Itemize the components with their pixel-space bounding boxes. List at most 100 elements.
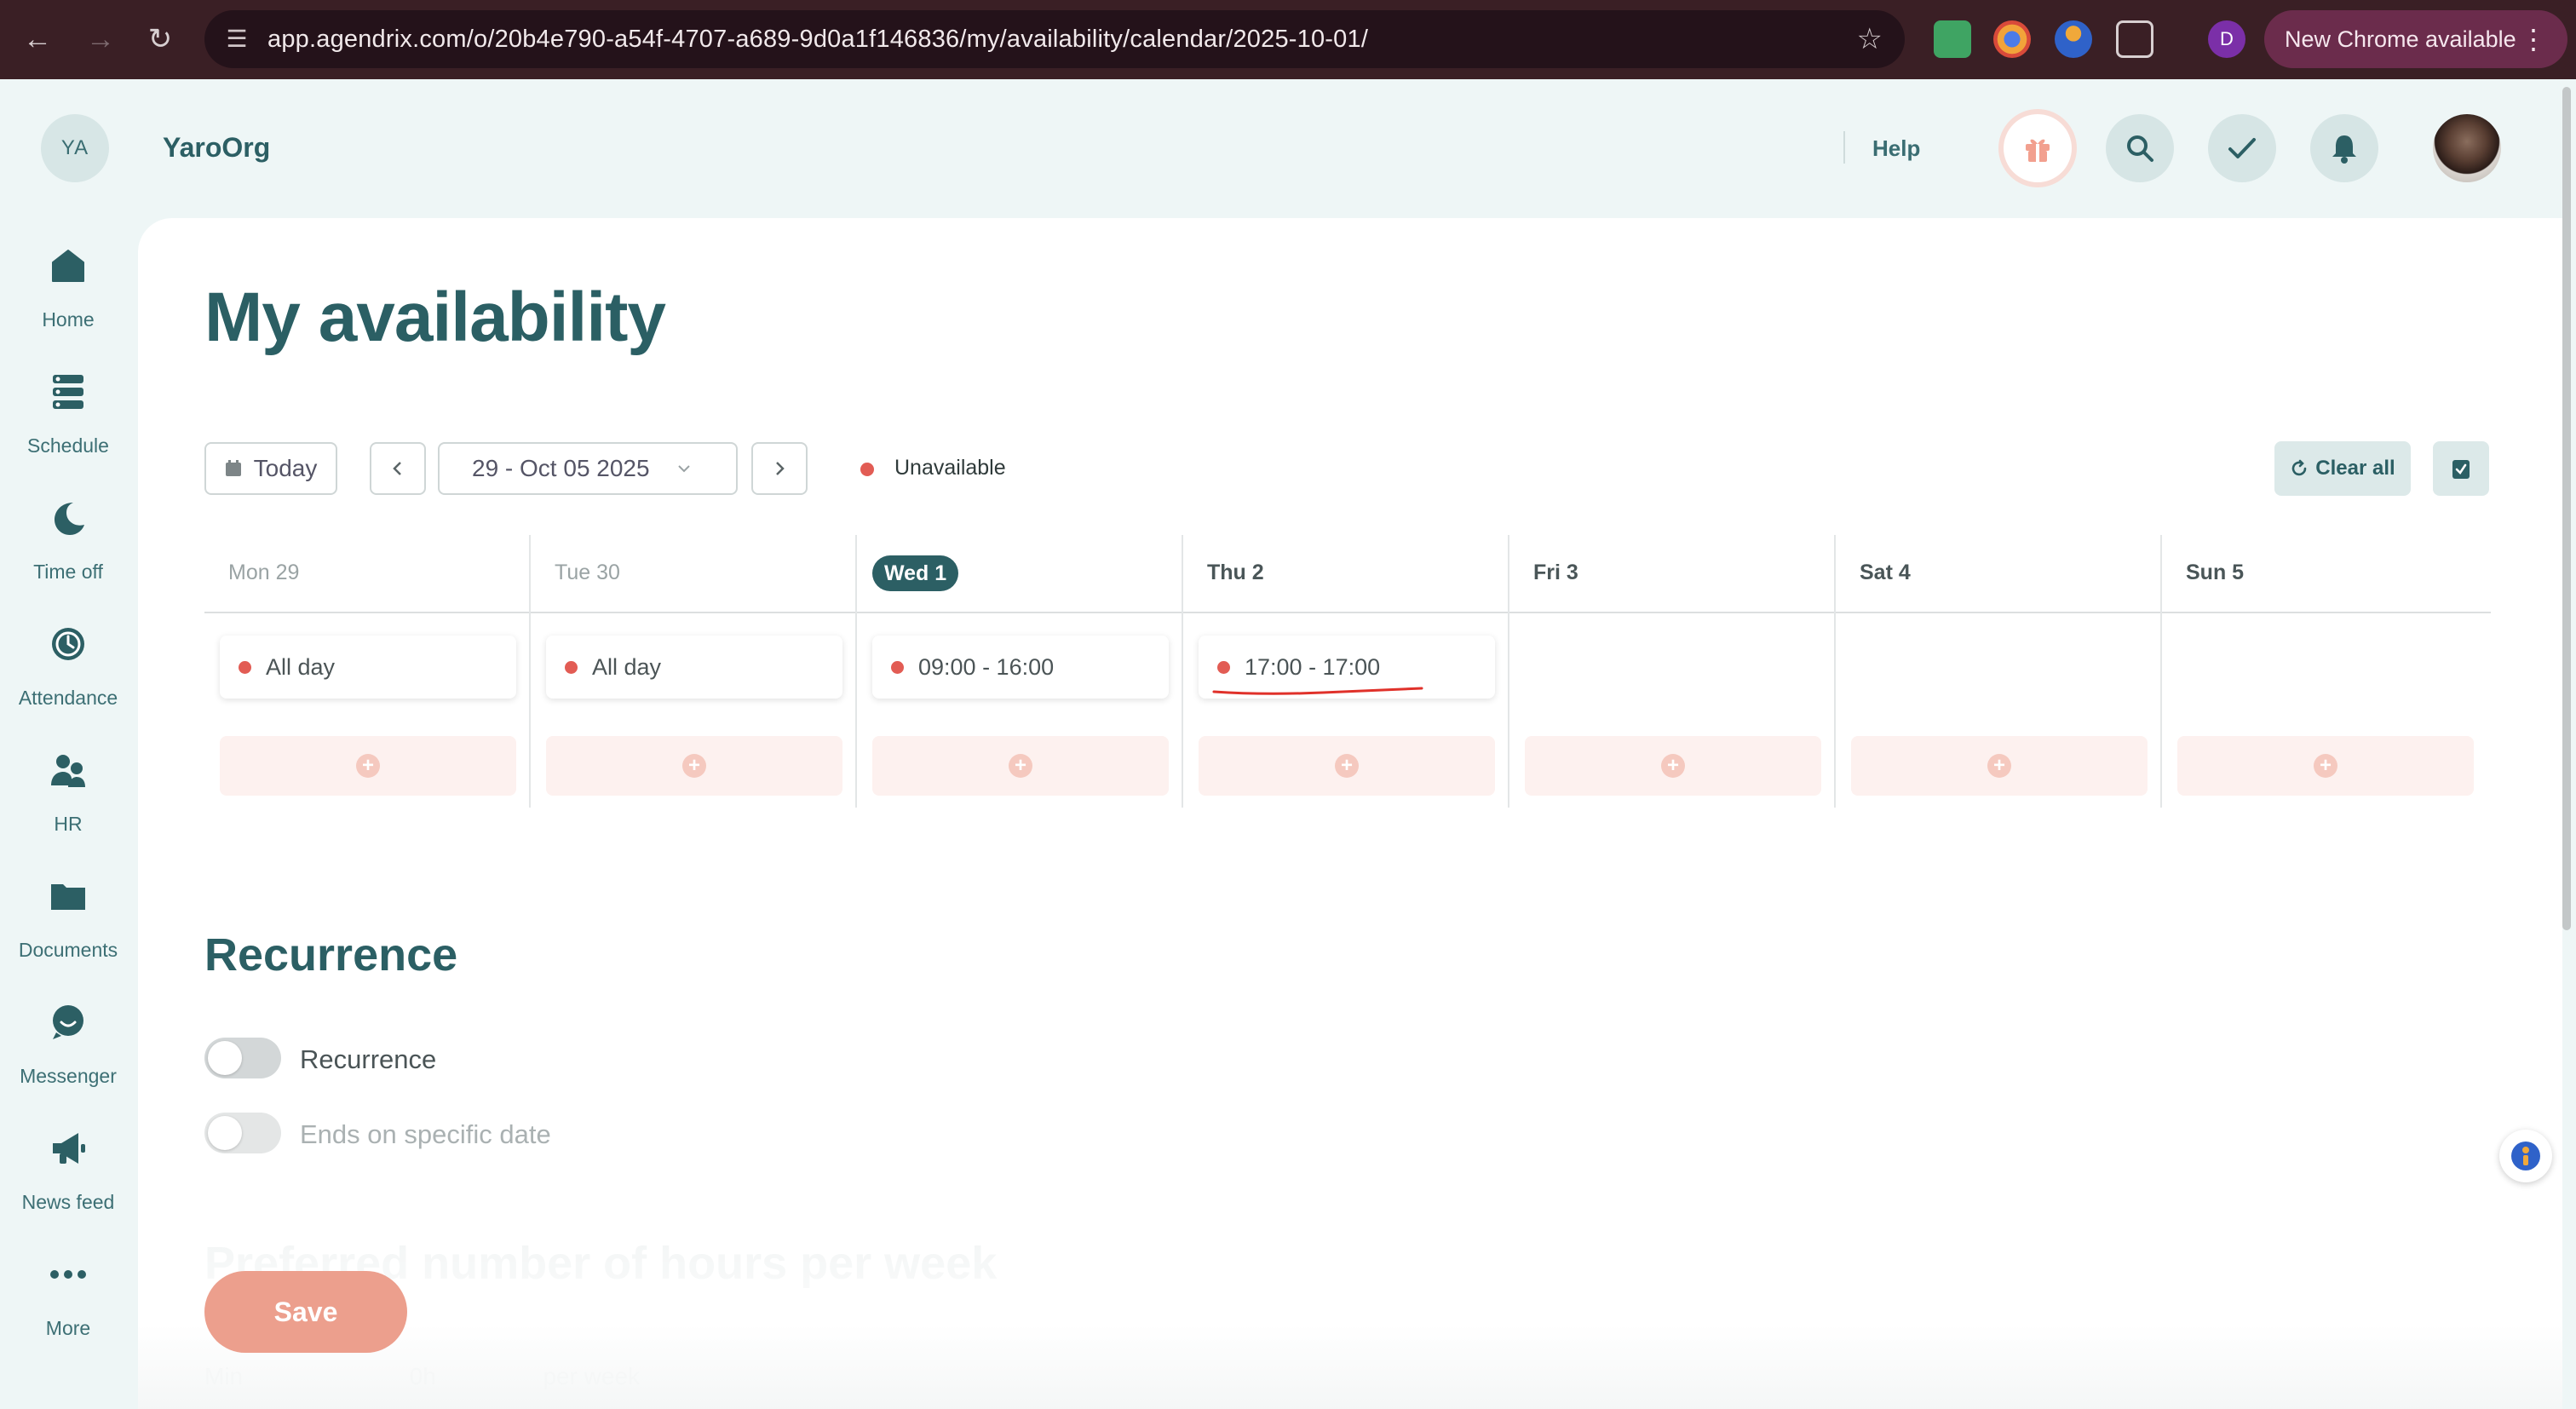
sidebar-item-more[interactable]: More	[0, 1245, 136, 1348]
availability-slot[interactable]: All day	[220, 635, 516, 699]
prev-week-button[interactable]	[370, 442, 426, 495]
day-column: Sun 5 +	[2162, 535, 2491, 808]
day-header: Mon 29	[228, 561, 300, 584]
day-column: Thu 2 17:00 - 17:00 +	[1183, 535, 1509, 808]
chevron-right-icon	[776, 462, 785, 475]
search-icon	[2127, 135, 2153, 162]
plus-icon: +	[2314, 754, 2337, 778]
extensions-puzzle-icon[interactable]	[2116, 20, 2153, 58]
add-slot-button[interactable]: +	[1525, 736, 1821, 796]
tasks-button[interactable]	[2208, 114, 2276, 182]
chrome-update-button[interactable]: New Chrome available ⋮	[2264, 10, 2567, 68]
sidebar-item-home[interactable]: Home	[0, 237, 136, 339]
help-link[interactable]: Help	[1872, 135, 1920, 162]
search-button[interactable]	[2106, 114, 2174, 182]
sidebar-item-documents[interactable]: Documents	[0, 867, 136, 969]
hours-input[interactable]: 0h	[410, 1363, 436, 1389]
day-column: Mon 29 All day +	[204, 535, 531, 808]
per-week-label: per week	[543, 1363, 641, 1389]
chrome-profile-avatar[interactable]: D	[2208, 20, 2245, 58]
recurrence-heading: Recurrence	[204, 929, 458, 981]
toggle-knob	[208, 1041, 242, 1075]
user-avatar[interactable]	[2433, 114, 2501, 182]
recurrence-toggle[interactable]	[204, 1038, 281, 1078]
availability-slot[interactable]: 17:00 - 17:00	[1199, 635, 1495, 699]
sidebar-item-schedule[interactable]: Schedule	[0, 363, 136, 465]
sidebar-item-label: Time off	[33, 561, 103, 583]
extension-color-icon[interactable]	[1993, 20, 2031, 58]
plus-icon: +	[1335, 754, 1359, 778]
sidebar-item-messenger[interactable]: Messenger	[0, 993, 136, 1096]
help-widget-icon	[2511, 1142, 2540, 1170]
home-icon	[48, 245, 89, 286]
plus-icon: +	[356, 754, 380, 778]
more-vert-icon[interactable]: ⋮	[2520, 10, 2547, 68]
page-title: My availability	[204, 279, 666, 356]
add-slot-button[interactable]: +	[2177, 736, 2474, 796]
site-settings-icon[interactable]: ☰	[220, 22, 254, 56]
reload-icon[interactable]: ↻	[140, 19, 181, 60]
availability-slot[interactable]: All day	[546, 635, 842, 699]
scrollbar-thumb[interactable]	[2562, 87, 2571, 930]
plus-icon: +	[1987, 754, 2011, 778]
week-calendar: Mon 29 All day + Tue 30 All day + Wed 1 …	[204, 535, 2491, 808]
sidebar-item-label: Attendance	[18, 687, 118, 709]
folder-icon	[48, 876, 89, 917]
checklist-button[interactable]	[2433, 441, 2489, 496]
day-header: Tue 30	[555, 561, 620, 584]
unavailable-dot	[565, 661, 578, 674]
org-avatar[interactable]: YA	[41, 114, 109, 182]
people-icon	[48, 750, 89, 791]
add-slot-button[interactable]: +	[546, 736, 842, 796]
url-text[interactable]: app.agendrix.com/o/20b4e790-a54f-4707-a6…	[267, 26, 1368, 54]
recurrence-toggle-label: Recurrence	[300, 1044, 437, 1074]
unavailable-legend-dot	[860, 463, 874, 476]
chevron-down-icon	[677, 465, 690, 473]
plus-icon: +	[1009, 754, 1032, 778]
address-bar[interactable]: ☰ app.agendrix.com/o/20b4e790-a54f-4707-…	[204, 10, 1905, 68]
add-slot-button[interactable]: +	[220, 736, 516, 796]
update-label: New Chrome available	[2285, 26, 2516, 52]
sidebar-item-news-feed[interactable]: News feed	[0, 1119, 136, 1222]
sidebar-item-time-off[interactable]: Time off	[0, 489, 136, 591]
moon-icon	[48, 497, 89, 538]
sidebar-item-label: HR	[54, 813, 83, 835]
sidebar-item-label: Messenger	[20, 1065, 117, 1087]
add-slot-button[interactable]: +	[1851, 736, 2148, 796]
extension-layers-icon[interactable]	[1934, 20, 1971, 58]
chat-icon	[48, 1002, 89, 1043]
red-underline-annotation	[1212, 687, 1423, 695]
slot-time: 17:00 - 17:00	[1245, 654, 1381, 680]
back-icon[interactable]: ←	[17, 19, 58, 60]
gift-icon	[2026, 139, 2050, 162]
schedule-icon	[48, 371, 89, 412]
bookmark-star-icon[interactable]: ☆	[1857, 22, 1883, 56]
org-name[interactable]: YaroOrg	[163, 132, 270, 164]
page-scrollbar[interactable]	[2561, 82, 2573, 1409]
ends-on-date-toggle[interactable]	[204, 1113, 281, 1153]
more-icon	[48, 1254, 89, 1295]
min-label: Min	[204, 1363, 244, 1389]
day-column: Tue 30 All day +	[531, 535, 857, 808]
notifications-button[interactable]	[2310, 114, 2378, 182]
slot-time: All day	[266, 654, 336, 680]
next-week-button[interactable]	[751, 442, 808, 495]
sidebar-item-hr[interactable]: HR	[0, 741, 136, 843]
gift-button[interactable]	[2004, 114, 2072, 182]
sidebar-item-attendance[interactable]: Attendance	[0, 615, 136, 717]
sidebar-item-label: Home	[42, 308, 95, 331]
browser-toolbar: ← → ↻ ☰ app.agendrix.com/o/20b4e790-a54f…	[0, 0, 2576, 79]
today-button[interactable]: Today	[204, 442, 337, 495]
forward-icon[interactable]: →	[80, 19, 121, 60]
clear-all-button[interactable]: Clear all	[2274, 441, 2411, 496]
availability-slot[interactable]: 09:00 - 16:00	[872, 635, 1169, 699]
add-slot-button[interactable]: +	[872, 736, 1169, 796]
today-day-header: Wed 1	[872, 555, 959, 591]
help-widget-button[interactable]	[2499, 1130, 2552, 1182]
save-button[interactable]: Save	[204, 1271, 407, 1353]
day-header: Fri 3	[1533, 561, 1578, 584]
clipboard-check-icon	[2452, 460, 2470, 479]
extension-agendrix-icon[interactable]	[2055, 20, 2092, 58]
add-slot-button[interactable]: +	[1199, 736, 1495, 796]
date-range-select[interactable]: 29 - Oct 05 2025	[438, 442, 738, 495]
